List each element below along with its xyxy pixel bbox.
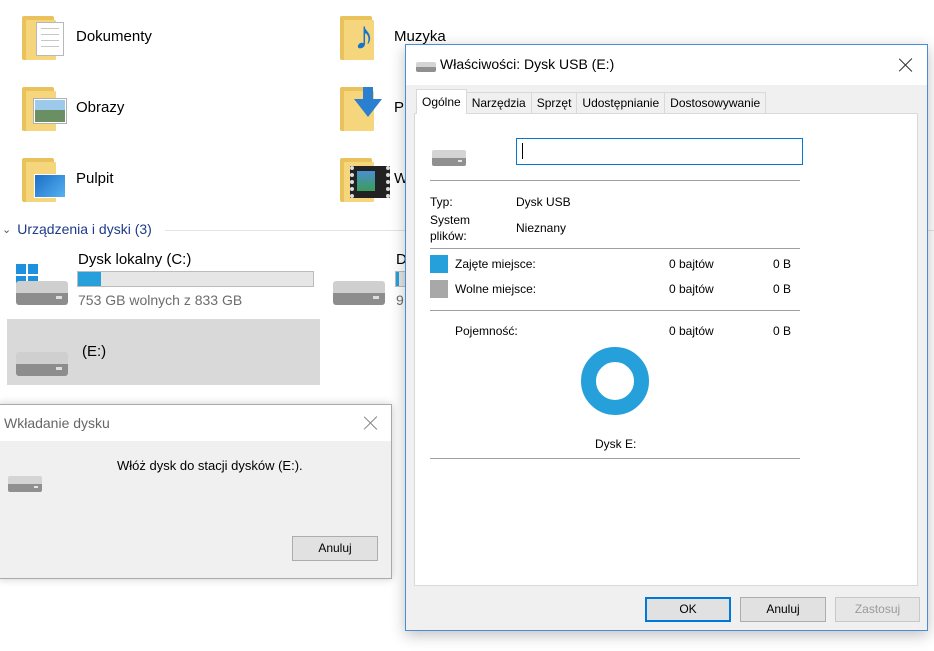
used-space-bytes: 0 bajtów [669,257,714,271]
drive-icon [416,62,436,72]
capacity-bytes: 0 bajtów [669,324,714,338]
close-icon[interactable] [363,415,379,431]
used-space-label: Zajęte miejsce: [455,257,536,271]
properties-dialog: Właściwości: Dysk USB (E:) Ogólne Narzęd… [405,44,928,631]
filesystem-label-line2: plików: [430,229,467,243]
folder-label: Pulpit [76,169,114,187]
devices-group-header[interactable]: ⌄ Urządzenia i dyski (3) [0,221,152,237]
divider [430,180,800,181]
apply-button[interactable]: Zastosuj [835,597,920,622]
insert-dialog-title: Wkładanie dysku [4,415,110,431]
tab-sharing[interactable]: Udostępnianie [576,92,666,114]
videos-folder-icon [338,152,390,204]
divider [430,458,800,459]
divider [430,310,800,311]
ok-button[interactable]: OK [645,597,731,622]
folder-videos[interactable]: W [338,152,408,204]
usb-drive-icon [16,352,68,376]
documents-folder-icon [20,10,66,62]
desktop-folder-icon [20,152,66,204]
drive-c-label: Dysk lokalny (C:) [78,251,192,268]
capacity-label: Pojemność: [455,324,518,338]
free-space-short: 0 B [773,282,792,296]
tab-general[interactable]: Ogólne [416,89,467,114]
capacity-donut-chart [581,347,649,415]
insert-disk-message: Włóż dysk do stacji dysków (E:). [117,458,303,473]
folder-label: Obrazy [76,98,125,116]
free-space-bytes: 0 bajtów [669,282,714,296]
type-label: Typ: [430,195,453,209]
drive-d-free-text: 9 [396,292,404,308]
free-space-swatch [430,280,448,298]
usb-drive-icon [432,150,466,166]
divider [430,248,800,249]
hard-drive-icon [16,281,68,305]
filesystem-value: Nieznany [516,221,567,235]
tab-tools[interactable]: Narzędzia [465,92,532,114]
drive-c-capacity-bar [77,271,314,287]
pictures-folder-icon [20,81,66,133]
tab-customize[interactable]: Dostosowywanie [664,92,767,114]
free-space-label: Wolne miejsce: [455,282,537,296]
tab-bar: Ogólne Narzędzia Sprzęt Udostępnianie Do… [416,89,767,114]
insert-disk-dialog: Wkładanie dysku Włóż dysk do stacji dysk… [0,404,392,579]
chevron-down-icon: ⌄ [2,223,12,236]
capacity-short: 0 B [773,324,792,338]
properties-dialog-title: Właściwości: Dysk USB (E:) [440,56,615,72]
folder-pictures[interactable]: Obrazy [20,81,124,133]
close-icon[interactable] [898,57,914,73]
folder-desktop[interactable]: Pulpit [20,152,114,204]
folder-label: Muzyka [394,27,446,45]
folder-label: P [394,98,405,116]
group-header-label: Urządzenia i dyski (3) [17,221,152,237]
type-value: Dysk USB [516,195,571,209]
folder-downloads[interactable]: P [338,81,404,133]
cancel-button[interactable]: Anuluj [740,597,826,622]
folder-label: Dokumenty [76,27,152,45]
used-space-swatch [430,255,448,273]
downloads-folder-icon [338,81,384,133]
folder-documents[interactable]: Dokumenty [20,10,152,62]
drive-c-free-text: 753 GB wolnych z 833 GB [78,292,243,308]
hard-drive-icon [333,281,385,305]
text-caret [522,143,523,159]
tab-hardware[interactable]: Sprzęt [530,92,578,114]
insert-dialog-titlebar: Wkładanie dysku [0,405,391,441]
drive-icon [8,476,42,492]
general-tab-panel: Typ: Dysk USB System plików: Nieznany Za… [414,113,918,586]
drive-e-label: (E:) [82,343,107,360]
disk-label: Dysk E: [595,437,637,451]
cancel-button[interactable]: Anuluj [292,536,378,561]
used-space-short: 0 B [773,257,792,271]
properties-dialog-titlebar: Właściwości: Dysk USB (E:) [406,45,927,85]
filesystem-label-line1: System [430,213,471,227]
drive-name-input[interactable] [516,138,803,165]
music-folder-icon: ♪ [338,10,384,62]
